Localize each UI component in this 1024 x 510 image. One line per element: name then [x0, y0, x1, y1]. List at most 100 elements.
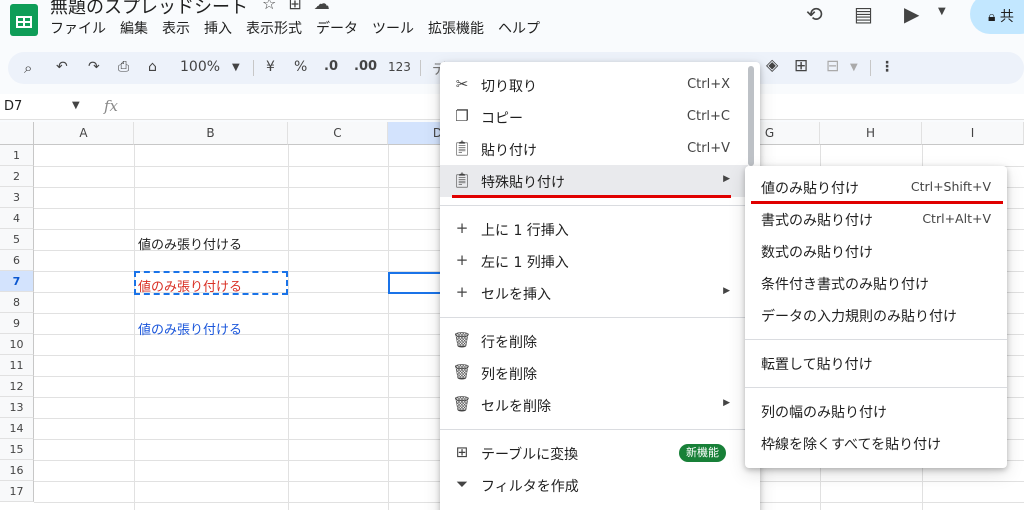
menu-item-label: テーブルに変換 [481, 447, 579, 463]
menu-item-label: 行を削除 [481, 335, 537, 351]
menu-item-delete-row[interactable]: 🗑︎ 行を削除 [440, 325, 748, 357]
submenu-item-values-only[interactable]: 値のみ貼り付け Ctrl+Shift+V [745, 171, 1007, 203]
select-all-corner[interactable] [0, 122, 34, 145]
menu-item-label: セルを挿入 [481, 287, 551, 303]
row-header[interactable]: 6 [0, 250, 34, 271]
menu-item-convert-table[interactable]: ⊞ テーブルに変換 新機能 [440, 437, 748, 469]
history-icon[interactable]: ⟲ [806, 2, 823, 26]
row-header[interactable]: 15 [0, 439, 34, 460]
submenu-item-label: 転置して貼り付け [761, 357, 873, 373]
menu-item-shortcut: Ctrl+C [686, 109, 730, 124]
merge-cells-icon[interactable]: ⊟ [826, 56, 839, 75]
row-header[interactable]: 12 [0, 376, 34, 397]
menu-view[interactable]: 表示 [162, 18, 190, 38]
increase-decimal-button[interactable]: .00 [354, 59, 377, 74]
column-header-i[interactable]: I [922, 122, 1024, 145]
zoom-select[interactable]: 100% [180, 59, 220, 75]
menu-item-insert-cells[interactable]: + セルを挿入 ▶ [440, 277, 748, 309]
submenu-item-format-only[interactable]: 書式のみ貼り付け Ctrl+Alt+V [745, 203, 1007, 235]
fill-color-icon[interactable]: ◈ [766, 55, 778, 74]
decrease-decimal-button[interactable]: .0 [324, 59, 338, 74]
undo-icon[interactable]: ↶ [56, 59, 68, 75]
print-icon[interactable]: ⎙ [118, 59, 129, 75]
menu-tools[interactable]: ツール [372, 18, 414, 38]
row-header[interactable]: 9 [0, 313, 34, 334]
row-header[interactable]: 4 [0, 208, 34, 229]
menu-item-cut[interactable]: ✂ 切り取り Ctrl+X [440, 69, 748, 101]
row-header[interactable]: 5 [0, 229, 34, 250]
meet-dropdown-icon[interactable]: ▼ [938, 6, 946, 17]
menu-item-delete-cells[interactable]: 🗑︎ セルを削除 ▶ [440, 389, 748, 421]
submenu-item-all-except-borders[interactable]: 枠線を除くすべてを貼り付け [745, 427, 1007, 459]
row-header[interactable]: 11 [0, 355, 34, 376]
share-button[interactable]: 🔒︎ 共 [970, 0, 1024, 34]
menu-item-insert-column[interactable]: + 左に 1 列挿入 [440, 245, 748, 277]
menu-insert[interactable]: 挿入 [204, 18, 232, 38]
submenu-arrow-icon: ▶ [723, 398, 730, 408]
cell-b5[interactable]: 値のみ張り付ける [138, 234, 242, 253]
trash-icon: 🗑︎ [452, 363, 472, 381]
share-label: 共 [999, 9, 1014, 25]
zoom-dropdown-icon[interactable]: ▼ [232, 62, 240, 73]
sheets-logo-icon[interactable] [10, 4, 38, 36]
submenu-item-label: 書式のみ貼り付け [761, 213, 873, 229]
paste-special-submenu: 値のみ貼り付け Ctrl+Shift+V 書式のみ貼り付け Ctrl+Alt+V… [745, 166, 1007, 468]
row-header[interactable]: 1 [0, 145, 34, 166]
row-header[interactable]: 10 [0, 334, 34, 355]
row-header[interactable]: 14 [0, 418, 34, 439]
percent-format-button[interactable]: % [294, 59, 307, 75]
star-icon[interactable]: ☆ [262, 0, 288, 13]
menu-item-label: コピー [481, 111, 523, 127]
number-format-button[interactable]: 123 [388, 60, 411, 74]
comment-icon[interactable]: ▤ [854, 2, 873, 26]
submenu-item-formula-only[interactable]: 数式のみ貼り付け [745, 235, 1007, 267]
menu-data[interactable]: データ [316, 18, 358, 38]
menu-item-paste[interactable]: 📋︎ 貼り付け Ctrl+V [440, 133, 748, 165]
menu-item-label: 列を削除 [481, 367, 537, 383]
menu-item-insert-row[interactable]: + 上に 1 行挿入 [440, 213, 748, 245]
menu-format[interactable]: 表示形式 [246, 18, 302, 38]
document-title[interactable]: 無題のスプレッドシート [50, 0, 248, 19]
search-menus-icon[interactable]: ⌕ [24, 59, 32, 77]
context-menu-scrollbar[interactable] [748, 66, 754, 166]
submenu-item-column-width-only[interactable]: 列の幅のみ貼り付け [745, 395, 1007, 427]
redo-icon[interactable]: ↷ [88, 59, 100, 75]
column-header-c[interactable]: C [288, 122, 388, 145]
submenu-item-validation-only[interactable]: データの入力規則のみ貼り付け [745, 299, 1007, 331]
paint-format-icon[interactable]: ⌂ [148, 59, 157, 75]
row-header[interactable]: 17 [0, 481, 34, 502]
name-box[interactable]: D7 [4, 99, 22, 114]
row-header[interactable]: 8 [0, 292, 34, 313]
cloud-status-icon[interactable]: ☁ [314, 0, 342, 13]
menu-help[interactable]: ヘルプ [498, 18, 540, 38]
more-options-icon[interactable]: ⋮ [880, 59, 894, 75]
row-header[interactable]: 16 [0, 460, 34, 481]
submenu-item-conditional-format-only[interactable]: 条件付き書式のみ貼り付け [745, 267, 1007, 299]
menu-item-create-filter[interactable]: ⏷ フィルタを作成 [440, 469, 748, 501]
menu-file[interactable]: ファイル [50, 18, 106, 38]
column-header-b[interactable]: B [134, 122, 288, 145]
cell-b7[interactable]: 値のみ張り付ける [138, 276, 242, 295]
column-header-h[interactable]: H [820, 122, 922, 145]
move-folder-icon[interactable]: ⊞ [288, 0, 313, 13]
name-box-dropdown-icon[interactable]: ▼ [72, 100, 80, 111]
scissors-icon: ✂ [455, 75, 469, 93]
red-underline-annotation [452, 195, 731, 198]
menu-item-delete-column[interactable]: 🗑︎ 列を削除 [440, 357, 748, 389]
column-header-a[interactable]: A [34, 122, 134, 145]
row-header[interactable]: 2 [0, 166, 34, 187]
row-header[interactable]: 3 [0, 187, 34, 208]
currency-format-button[interactable]: ¥ [266, 59, 275, 75]
menu-extensions[interactable]: 拡張機能 [428, 18, 484, 38]
row-header[interactable]: 13 [0, 397, 34, 418]
merge-dropdown-icon[interactable]: ▼ [850, 62, 858, 73]
menu-item-paste-special[interactable]: 📋︎ 特殊貼り付け ▶ [440, 165, 748, 197]
row-header[interactable]: 7 [0, 271, 34, 292]
borders-icon[interactable]: ⊞ [794, 56, 808, 76]
menu-edit[interactable]: 編集 [120, 18, 148, 38]
submenu-item-transpose[interactable]: 転置して貼り付け [745, 347, 1007, 379]
cell-b9[interactable]: 値のみ張り付ける [138, 319, 242, 338]
menu-item-copy[interactable]: ❐ コピー Ctrl+C [440, 101, 748, 133]
active-cell-d7[interactable] [388, 272, 448, 294]
meet-video-icon[interactable]: ▶ [904, 2, 919, 26]
